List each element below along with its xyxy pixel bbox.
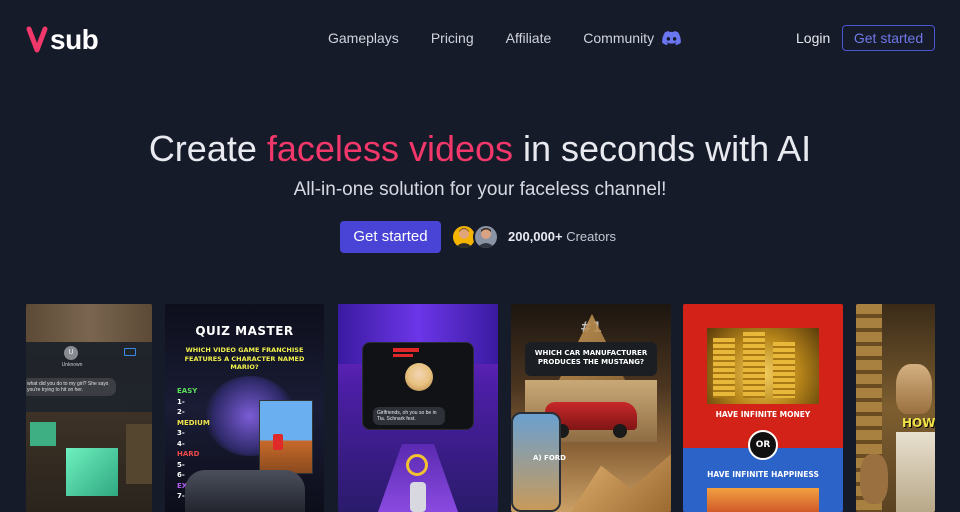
video-card-car-quiz[interactable]: #1 WHICH CAR MANUFACTURER PRODUCES THE M… [511,304,671,512]
coin-stack [743,332,765,398]
coin-stack [773,342,795,398]
redacted-name [393,348,419,352]
gold-coins-art [707,328,819,404]
hero-title-after: in seconds with AI [513,128,812,169]
video-card-quiz-master[interactable]: QUIZ MASTER WHICH VIDEO GAME FRANCHISE F… [165,304,324,512]
video-call-icon [124,348,136,356]
hero-title-accent: faceless videos [266,128,514,169]
avatar [473,224,499,250]
diamond-block [66,448,118,496]
video-card-would-you-rather[interactable]: HAVE INFINITE MONEY OR HAVE INFINITE HAP… [683,304,843,512]
level-medium: MEDIUM [177,418,210,427]
or-badge: OR [748,430,778,460]
hero-subtitle: All-in-one solution for your faceless ch… [293,179,667,200]
sunset-art [707,488,819,512]
cave-wall [26,304,152,344]
nav-link-gameplays[interactable]: Gameplays [328,28,399,48]
level-easy: EASY [177,387,198,395]
level-5: 5- [177,460,185,469]
redacted-name [393,354,413,357]
cat-body [896,432,935,512]
gamepad-art [185,470,305,512]
hero-cta-row: Get started 200,000+ Creators [340,221,616,253]
hero-title-before: Create [148,128,267,169]
get-started-nav-button[interactable]: Get started [842,25,935,51]
contact-avatar: U [64,346,78,360]
person-icon [455,228,473,248]
level-4: 4- [177,439,185,448]
person-icon [477,228,495,248]
nav-link-affiliate[interactable]: Affiliate [506,28,552,48]
cat-figure [860,454,888,504]
dirt-block [126,424,152,484]
logo-v-icon [26,26,48,53]
caption-text: HOW [902,416,935,430]
logo[interactable]: sub [26,24,99,56]
phone-frame [511,412,561,512]
diamond-block [30,422,56,446]
nav-link-community-label: Community [583,30,655,46]
hero-title: Create faceless videos in seconds with A… [0,128,960,170]
coin-icon [406,454,428,476]
quiz-question: WHICH VIDEO GAME FRANCHISE FEATURES A CH… [184,346,305,371]
level-1: 1- [177,397,185,406]
message-bubble: Girlfriends, oh you so be in Tia. Schnar… [373,407,445,425]
phone-chat-panel: Girlfriends, oh you so be in Tia. Schnar… [362,342,474,430]
nav-links: Gameplays Pricing Affiliate Community [328,28,681,48]
coin-stack [713,338,735,398]
contact-photo [405,363,433,391]
cat-head [896,364,932,414]
top-navbar: sub Gameplays Pricing Affiliate Communit… [0,0,960,76]
message-bubble: what did you do to my girl? She says you… [26,378,116,396]
runner-figure [410,482,426,512]
nav-link-pricing[interactable]: Pricing [431,28,474,48]
option-b: HAVE INFINITE HAPPINESS [707,470,819,479]
nav-link-community[interactable]: Community [583,28,681,48]
creators-count: 200,000+ [508,229,563,244]
contact-name: Unknown [61,362,83,368]
wheel [613,424,627,438]
creators-label: Creators [562,229,617,244]
answer-option: A) FORD [533,454,566,462]
creators-count-text: 200,000+ Creators [508,221,616,253]
video-card-cat-story[interactable]: HOW [856,304,935,512]
video-card-minecraft-text-story[interactable]: U Unknown what did you do to my girl? Sh… [26,304,152,512]
video-card-chat-story[interactable]: Girlfriends, oh you so be in Tia. Schnar… [338,304,498,512]
option-a: HAVE INFINITE MONEY [715,410,811,419]
level-hard: HARD [177,450,200,458]
level-3: 3- [177,429,185,437]
quiz-title: QUIZ MASTER [195,324,294,338]
discord-icon [662,31,681,45]
hero-get-started-button[interactable]: Get started [340,221,441,253]
creator-avatars [451,224,499,250]
car-question: WHICH CAR MANUFACTURER PRODUCES THE MUST… [534,349,648,366]
login-link[interactable]: Login [796,28,830,48]
logo-text: sub [50,24,99,55]
mario-thumbnail [259,400,313,474]
mario-figure [273,434,283,450]
ruins-art [571,454,671,512]
imessage-panel: U Unknown what did you do to my girl? Sh… [26,342,152,412]
level-2: 2- [177,408,185,416]
